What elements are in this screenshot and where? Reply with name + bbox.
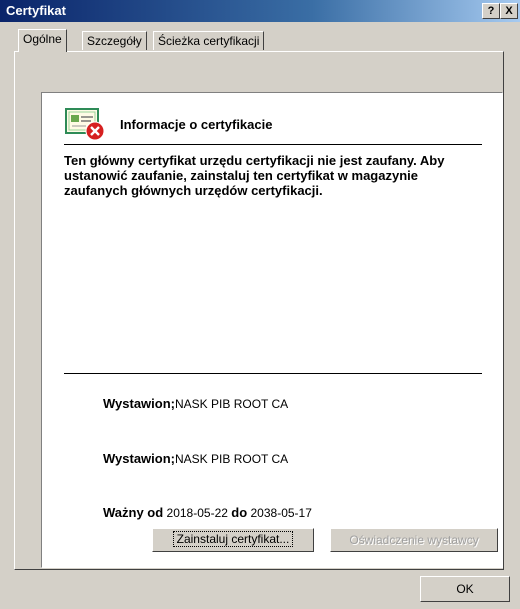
- certificate-error-icon: [65, 108, 105, 141]
- divider: [64, 144, 482, 145]
- ok-button[interactable]: OK: [420, 576, 510, 602]
- issued-by-value[interactable]: NASK PIB ROOT CA: [175, 452, 288, 466]
- tab-details[interactable]: Szczegóły: [82, 31, 147, 50]
- issued-to-row: Wystawion;NASK PIB ROOT CA: [103, 396, 288, 411]
- tab-certification-path[interactable]: Ścieżka certyfikacji: [153, 31, 265, 50]
- validity-row: Ważny od 2018-05-22 do 2038-05-17: [103, 505, 312, 520]
- issuer-statement-button[interactable]: Oświadczenie wystawcy: [330, 528, 498, 552]
- valid-to-value: 2038-05-17: [250, 506, 312, 520]
- issued-to-value[interactable]: NASK PIB ROOT CA: [175, 397, 288, 411]
- trust-warning-text: Ten główny certyfikat urzędu certyfikacj…: [64, 153, 445, 198]
- info-heading: Informacje o certyfikacie: [120, 117, 273, 132]
- install-certificate-button[interactable]: Zainstaluj certyfikat...: [152, 528, 314, 552]
- issued-to-label: Wystawion;: [103, 396, 175, 411]
- valid-from-value: 2018-05-22: [166, 506, 228, 520]
- window-title: Certyfikat: [6, 3, 66, 18]
- issued-by-label: Wystawion;: [103, 451, 175, 466]
- issuer-statement-label: Oświadczenie wystawcy: [349, 533, 479, 547]
- close-button[interactable]: X: [500, 3, 518, 19]
- help-button[interactable]: ?: [482, 3, 500, 19]
- certificate-info-box: Informacje o certyfikacie Ten główny cer…: [41, 92, 503, 568]
- valid-to-label: do: [231, 505, 248, 520]
- tab-panel: Informacje o certyfikacie Ten główny cer…: [14, 51, 504, 570]
- title-bar[interactable]: Certyfikat ? X: [0, 0, 520, 22]
- install-certificate-label: Zainstaluj certyfikat...: [172, 531, 294, 547]
- certificate-dialog: Certyfikat ? X Ogólne Szczegóły Ścieżka …: [0, 0, 520, 609]
- issued-by-row: Wystawion;NASK PIB ROOT CA: [103, 451, 288, 466]
- valid-from-label: Ważny od: [103, 505, 164, 520]
- tab-general[interactable]: Ogólne: [18, 29, 67, 52]
- divider: [64, 373, 482, 374]
